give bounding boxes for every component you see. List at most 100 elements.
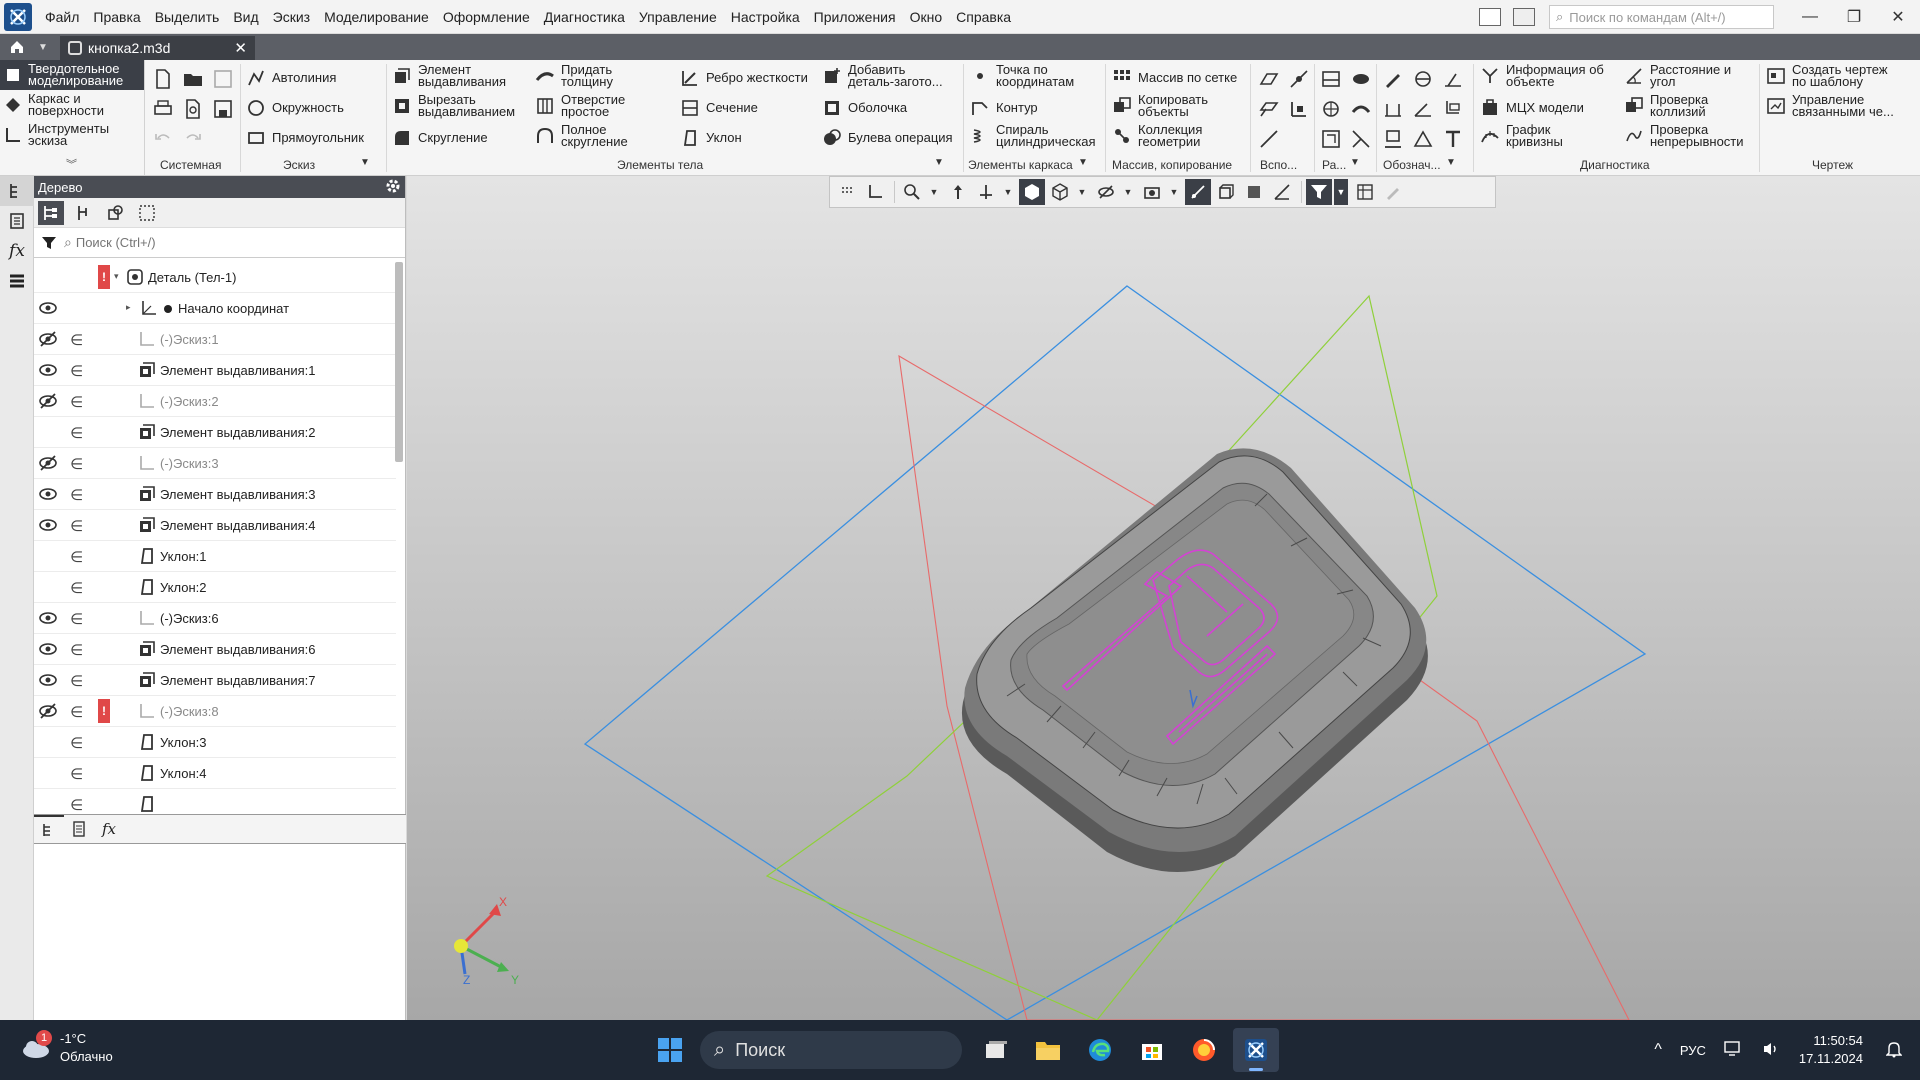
- fillet-button[interactable]: Скругление: [392, 128, 488, 148]
- tree-bodies-icon[interactable]: [102, 201, 128, 225]
- menu-item[interactable]: Окно: [903, 0, 950, 34]
- tree-row[interactable]: ∈ Элемент выдавливания:7: [34, 665, 396, 696]
- tree-row[interactable]: ∈ Уклон:2: [34, 572, 396, 603]
- tree-row[interactable]: ∈ (-)Эскиз:3: [34, 448, 396, 479]
- home-icon[interactable]: [0, 34, 34, 60]
- tree-row[interactable]: ∈! (-)Эскиз:8: [34, 696, 396, 727]
- geometry-collection-button[interactable]: Коллекция геометрии: [1112, 123, 1202, 148]
- error-icon[interactable]: !: [98, 265, 110, 289]
- extrude-button[interactable]: Элемент выдавливания: [392, 63, 506, 88]
- designation-leader-icon[interactable]: [1442, 98, 1464, 120]
- group-label-diagnostics[interactable]: Диагностика: [1580, 158, 1650, 172]
- microsoft-store-icon[interactable]: [1129, 1028, 1175, 1072]
- cylindrical-helix-button[interactable]: Спираль цилиндрическая: [970, 123, 1096, 148]
- network-icon[interactable]: [1724, 1040, 1744, 1060]
- cut-extrude-button[interactable]: Вырезать выдавливанием: [392, 93, 515, 118]
- model-scene[interactable]: [407, 176, 1920, 1020]
- point-by-coords-button[interactable]: Точка по координатам: [970, 63, 1074, 88]
- tree-row[interactable]: ∈: [34, 789, 396, 814]
- redo-icon[interactable]: [182, 128, 204, 150]
- section-view-icon[interactable]: [1185, 179, 1211, 205]
- curvature-plot-button[interactable]: График кривизны: [1480, 123, 1563, 148]
- tree-row[interactable]: ∈ (-)Эскиз:1: [34, 324, 396, 355]
- eye-hidden-icon[interactable]: [38, 392, 58, 410]
- file-explorer-icon[interactable]: [1025, 1028, 1071, 1072]
- variables-fx-icon[interactable]: fx: [0, 236, 34, 266]
- tree-row[interactable]: ∈ Элемент выдавливания:6: [34, 634, 396, 665]
- error-icon[interactable]: !: [98, 699, 110, 723]
- tree-row[interactable]: ! ▾ Деталь (Тел-1): [34, 262, 396, 293]
- tree-row[interactable]: ∈ (-)Эскиз:6: [34, 603, 396, 634]
- tree-panel-icon[interactable]: [0, 176, 34, 206]
- camera-dropdown-icon[interactable]: ▼: [1167, 187, 1181, 197]
- properties-panel-icon[interactable]: [0, 206, 34, 236]
- aux-offset-plane-icon[interactable]: [1258, 98, 1280, 120]
- wireframe-view-icon[interactable]: [1047, 179, 1073, 205]
- tab-list-chevron-icon[interactable]: ▼: [34, 34, 52, 60]
- group-label-system[interactable]: Системная: [160, 158, 221, 172]
- aux-plane-icon[interactable]: [1258, 68, 1280, 90]
- copy-objects-button[interactable]: Копировать объекты: [1112, 93, 1208, 118]
- display-mode-dropdown-icon[interactable]: ▼: [1075, 187, 1089, 197]
- ra-patch-icon[interactable]: [1350, 68, 1372, 90]
- rotate-icon[interactable]: [973, 179, 999, 205]
- tree-structure-icon[interactable]: [38, 200, 64, 225]
- rib-button[interactable]: Ребро жесткости: [680, 68, 808, 88]
- group-label-sketch[interactable]: Эскиз: [283, 158, 315, 172]
- tree-row[interactable]: ∈ Уклон:4: [34, 758, 396, 789]
- ra-sweep-icon[interactable]: [1350, 98, 1372, 120]
- dependency-icon[interactable]: ∈: [70, 579, 83, 597]
- menu-item[interactable]: Выделить: [148, 0, 227, 34]
- manage-linked-drawings-button[interactable]: Управление связанными че...: [1766, 93, 1894, 118]
- tree-row[interactable]: ∈ Уклон:3: [34, 727, 396, 758]
- edit-pencil-icon[interactable]: [1380, 179, 1406, 205]
- collapse-icon[interactable]: ▾: [114, 271, 119, 282]
- language-indicator[interactable]: РУС: [1680, 1043, 1706, 1058]
- shaded-view-icon[interactable]: [1019, 179, 1045, 205]
- menu-item[interactable]: Приложения: [807, 0, 903, 34]
- circle-button[interactable]: Окружность: [246, 98, 344, 118]
- tree-row[interactable]: ∈ (-)Эскиз:2: [34, 386, 396, 417]
- camera-icon[interactable]: [1139, 179, 1165, 205]
- layout-toggle-icon[interactable]: [1479, 8, 1501, 26]
- volume-icon[interactable]: [1762, 1041, 1780, 1060]
- autoline-button[interactable]: Автолиния: [246, 68, 336, 88]
- dependency-icon[interactable]: ∈: [70, 610, 83, 628]
- show-hidden-icons-icon[interactable]: ^: [1654, 1041, 1662, 1059]
- group-label-ra[interactable]: Ра...: [1322, 158, 1346, 172]
- properties-tab-icon[interactable]: [64, 815, 94, 843]
- designation-base-icon[interactable]: [1382, 128, 1404, 150]
- contour-button[interactable]: Контур: [970, 98, 1038, 118]
- eye-icon[interactable]: [38, 671, 58, 689]
- pan-icon[interactable]: [945, 179, 971, 205]
- designation-tolerance-icon[interactable]: [1412, 128, 1434, 150]
- task-view-icon[interactable]: [973, 1028, 1019, 1072]
- create-drawing-button[interactable]: Создать чертеж по шаблону: [1766, 63, 1888, 88]
- grid-dots-icon[interactable]: [834, 179, 860, 205]
- mass-props-button[interactable]: МЦХ модели: [1480, 98, 1584, 118]
- designation-dim-icon[interactable]: [1382, 98, 1404, 120]
- grid-array-button[interactable]: Массив по сетке: [1112, 68, 1237, 88]
- menu-item[interactable]: Управление: [632, 0, 724, 34]
- menu-item[interactable]: Диагностика: [537, 0, 632, 34]
- rectangle-button[interactable]: Прямоугольник: [246, 128, 364, 148]
- filter-dropdown-icon[interactable]: ▼: [1334, 179, 1348, 205]
- eye-hidden-icon[interactable]: [38, 702, 58, 720]
- designation-pencil-icon[interactable]: [1382, 68, 1404, 90]
- object-info-button[interactable]: Информация об объекте: [1480, 63, 1604, 88]
- settings-window-icon[interactable]: [1513, 8, 1535, 26]
- tree-row[interactable]: ∈ Элемент выдавливания:1: [34, 355, 396, 386]
- gear-icon[interactable]: [385, 178, 401, 194]
- dependency-icon[interactable]: ∈: [70, 734, 83, 752]
- menu-item[interactable]: Эскиз: [266, 0, 317, 34]
- group-body-dropdown-icon[interactable]: ▼: [934, 157, 944, 168]
- windows-start-icon[interactable]: [648, 1028, 692, 1072]
- dependency-icon[interactable]: ∈: [70, 455, 83, 473]
- dependency-icon[interactable]: ∈: [70, 393, 83, 411]
- mode-solid-modeling[interactable]: Твердотельное моделирование: [0, 60, 144, 90]
- expand-modes-icon[interactable]: ︾: [66, 156, 77, 172]
- dependency-icon[interactable]: ∈: [70, 703, 83, 721]
- save-icon[interactable]: [212, 68, 234, 90]
- shell-button[interactable]: Оболочка: [822, 98, 907, 118]
- eye-hidden-icon[interactable]: [38, 330, 58, 348]
